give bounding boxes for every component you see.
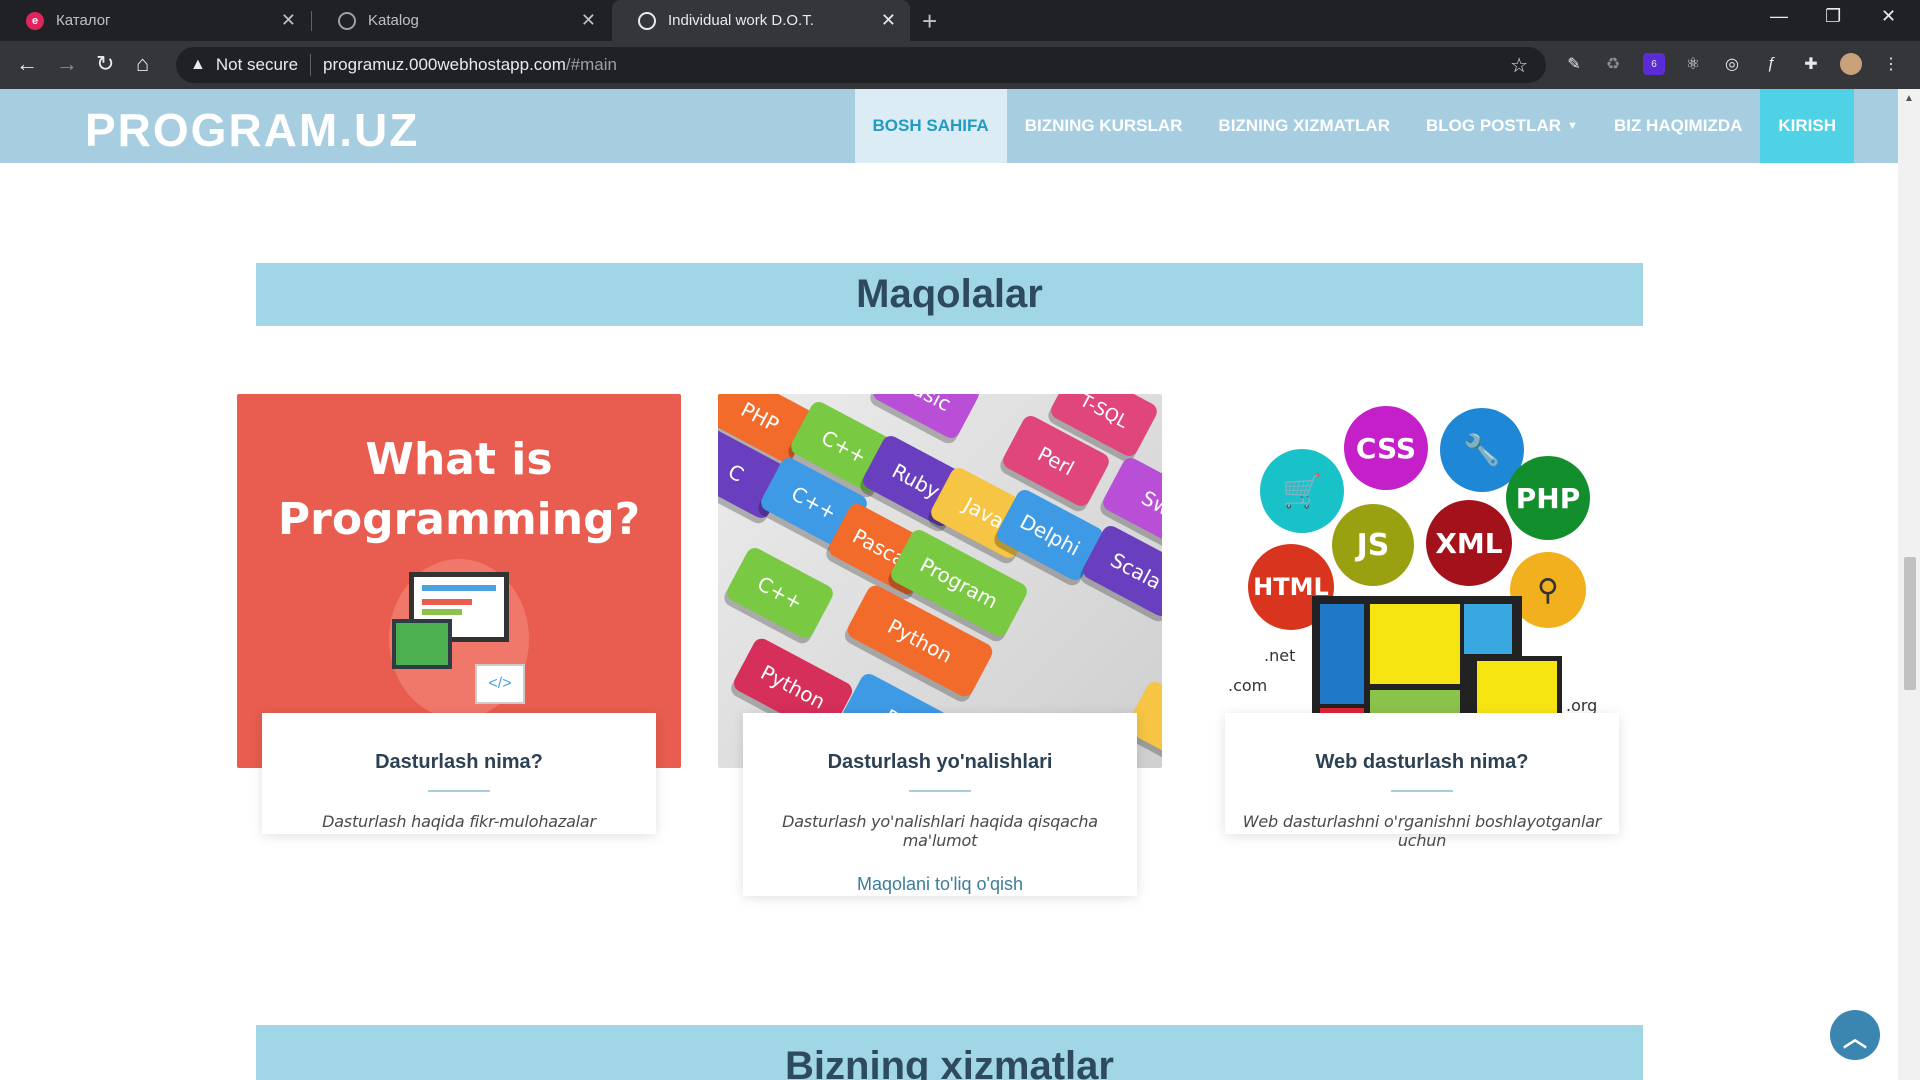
site-header: PROGRAM.UZ BOSH SAHIFA BIZNING KURSLAR B… — [0, 89, 1898, 163]
main-nav: BOSH SAHIFA BIZNING KURSLAR BIZNING XIZM… — [854, 89, 1854, 163]
formula-extension-icon[interactable]: ƒ — [1760, 53, 1782, 75]
domain-label: .net — [1264, 646, 1296, 665]
card-divider — [909, 790, 971, 792]
globe-icon — [338, 11, 356, 30]
back-arrow-icon[interactable]: ← — [16, 52, 38, 76]
omnibox-separator — [310, 54, 312, 76]
image-caption: What is Programming? — [237, 430, 681, 550]
card-description: Dasturlash yo'nalishlari haqida qisqacha… — [782, 812, 1098, 850]
article-card[interactable]: Dasturlash nima? Dasturlash haqida fikr-… — [262, 713, 656, 834]
tab-katalog-ru[interactable]: e Каталог ✕ — [0, 0, 310, 41]
nav-bizning-xizmatlar[interactable]: BIZNING XIZMATLAR — [1200, 89, 1408, 163]
forward-arrow-icon[interactable]: → — [56, 52, 78, 76]
tab-title: Katalog — [368, 12, 419, 29]
browser-menu-icon[interactable]: ⋮ — [1880, 53, 1902, 75]
nav-blog-postlar-label: BLOG POSTLAR — [1425, 116, 1562, 135]
recycle-extension-icon[interactable]: ♻ — [1602, 53, 1624, 75]
card-description: Web dasturlashni o'rganishni boshlayotga… — [1242, 812, 1602, 850]
card-description: Dasturlash haqida fikr-mulohazalar — [322, 812, 596, 831]
warning-triangle-icon[interactable]: ▲ — [190, 56, 206, 74]
close-tab-icon[interactable]: ✕ — [581, 10, 596, 31]
card-image-webdev[interactable]: CSS 🔧 🛒 JS XML PHP HTML ⚲ .net .com .org — [1200, 394, 1644, 768]
css-badge: CSS — [1344, 406, 1428, 490]
xml-badge: XML — [1426, 500, 1512, 586]
browser-tab-strip: e Каталог ✕ Katalog ✕ Individual work D.… — [0, 0, 1920, 41]
chevron-down-icon: ▼ — [1567, 120, 1578, 132]
minimize-icon[interactable]: — — [1770, 6, 1788, 27]
articles-heading-bar: Maqolalar — [256, 263, 1643, 326]
tab-individual-work[interactable]: Individual work D.O.T. ✕ — [612, 0, 910, 41]
scroll-up-arrow-icon[interactable]: ▲ — [1904, 93, 1914, 104]
security-status[interactable]: Not secure — [216, 55, 298, 75]
extensions-puzzle-icon[interactable]: ✚ — [1800, 53, 1822, 75]
home-icon[interactable]: ⌂ — [136, 52, 149, 76]
tab-title: Individual work D.O.T. — [668, 12, 814, 29]
reload-icon[interactable]: ↻ — [96, 52, 114, 76]
react-extension-icon[interactable]: ⚛ — [1682, 53, 1704, 75]
services-heading-bar: Bizning xizmatlar — [256, 1025, 1643, 1080]
chevron-up-icon: ︿ — [1843, 1024, 1867, 1052]
pen-extension-icon[interactable]: ✎ — [1563, 53, 1585, 75]
profile-avatar[interactable] — [1840, 53, 1862, 75]
domain-label: .com — [1228, 676, 1268, 695]
page-scrollbar[interactable]: ▲ — [1898, 89, 1920, 1080]
read-more-link[interactable]: Maqolani to'liq o'qish — [743, 874, 1137, 895]
article-card[interactable]: Web dasturlash nima? Web dasturlashni o'… — [1225, 713, 1619, 850]
scrollbar-thumb[interactable] — [1904, 557, 1916, 690]
close-tab-icon[interactable]: ✕ — [281, 10, 296, 31]
scroll-to-top-button[interactable]: ︿ — [1830, 1010, 1880, 1060]
articles-heading: Maqolalar — [856, 272, 1043, 316]
card-divider — [1391, 790, 1453, 792]
card-title[interactable]: Web dasturlash nima? — [1225, 751, 1619, 774]
nav-blog-postlar[interactable]: BLOG POSTLAR ▼ — [1408, 89, 1596, 163]
close-tab-icon[interactable]: ✕ — [881, 10, 896, 31]
web-page: PROGRAM.UZ BOSH SAHIFA BIZNING KURSLAR B… — [0, 89, 1898, 1080]
article-card[interactable]: Dasturlash yo'nalishlari Dasturlash yo'n… — [743, 713, 1137, 896]
browser-toolbar: ← → ↻ ⌂ ▲ Not secure programuz.000webhos… — [0, 41, 1920, 89]
card-divider — [428, 790, 490, 792]
tab-katalog[interactable]: Katalog ✕ — [312, 0, 610, 41]
code-window-icon: </> — [475, 664, 525, 704]
url-host: programuz.000webhostapp.com — [323, 55, 566, 74]
php-badge: PHP — [1506, 456, 1590, 540]
tab-title: Каталог — [56, 12, 111, 29]
shopping-cart-icon: 🛒 — [1260, 449, 1344, 533]
nav-bizning-kurslar[interactable]: BIZNING KURSLAR — [1007, 89, 1201, 163]
badge-extension-icon[interactable]: 6 — [1643, 53, 1665, 75]
js-badge: JS — [1332, 504, 1414, 586]
nav-bosh-sahifa[interactable]: BOSH SAHIFA — [854, 89, 1007, 163]
nav-biz-haqimizda[interactable]: BIZ HAQIMIZDA — [1596, 89, 1760, 163]
bookmark-star-icon[interactable]: ☆ — [1510, 53, 1528, 78]
site-favicon-icon: e — [26, 11, 44, 30]
url-path: /#main — [565, 55, 617, 74]
nav-kirish[interactable]: KIRISH — [1760, 89, 1854, 163]
globe-icon — [638, 11, 656, 30]
laptop-icon — [392, 619, 452, 669]
image-caption-line2: Programming? — [277, 494, 641, 545]
card-title[interactable]: Dasturlash nima? — [262, 751, 656, 774]
new-tab-plus-icon[interactable]: + — [922, 6, 937, 37]
services-heading: Bizning xizmatlar — [785, 1044, 1114, 1080]
window-close-icon[interactable]: ✕ — [1881, 6, 1896, 27]
address-bar[interactable]: ▲ Not secure programuz.000webhostapp.com… — [176, 47, 1546, 83]
card-image-programming[interactable]: What is Programming? </> — [237, 394, 681, 768]
site-logo[interactable]: PROGRAM.UZ — [85, 103, 419, 157]
restore-icon[interactable]: ❐ — [1825, 6, 1841, 27]
target-extension-icon[interactable]: ◎ — [1721, 53, 1743, 75]
card-title[interactable]: Dasturlash yo'nalishlari — [743, 751, 1137, 774]
card-image-keyboard[interactable]: PHP C++ Ruby C Java Perl T-SQL Basic C++… — [718, 394, 1162, 768]
image-caption-line1: What is — [365, 434, 553, 485]
